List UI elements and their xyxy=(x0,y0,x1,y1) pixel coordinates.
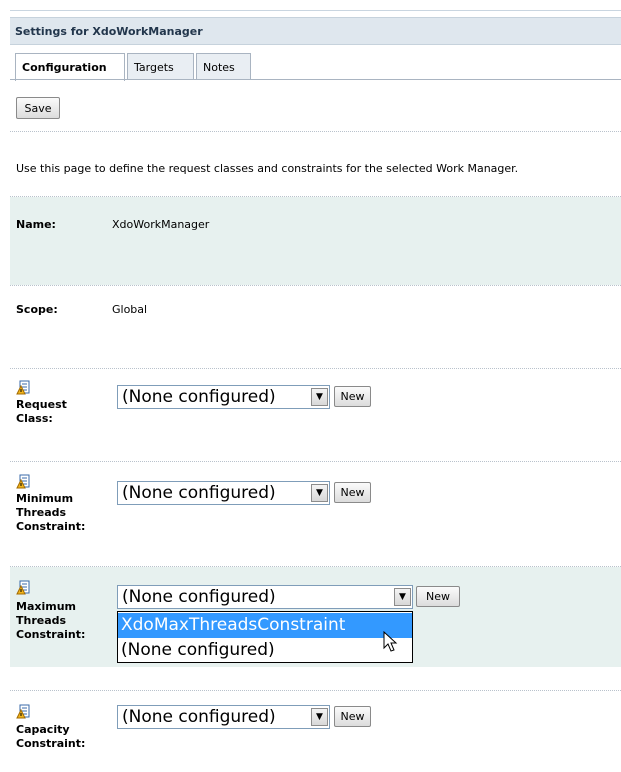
dynamic-property-icon xyxy=(16,704,30,719)
new-max-threads-button[interactable]: New xyxy=(416,586,460,607)
chevron-down-icon[interactable]: ▼ xyxy=(311,708,328,726)
chevron-down-icon[interactable]: ▼ xyxy=(311,484,328,502)
dynamic-property-icon xyxy=(16,580,30,595)
min-threads-select[interactable]: (None configured) ▼ xyxy=(117,481,330,505)
tab-configuration[interactable]: Configuration xyxy=(15,53,125,81)
capacity-label: Capacity Constraint: xyxy=(16,723,86,750)
save-button[interactable]: Save xyxy=(16,97,60,119)
new-min-threads-button[interactable]: New xyxy=(334,482,371,503)
request-class-label: Request Class: xyxy=(16,398,67,425)
divider xyxy=(10,461,621,462)
divider xyxy=(10,690,621,691)
chevron-down-icon[interactable]: ▼ xyxy=(394,588,411,606)
scope-label: Scope: xyxy=(16,303,58,316)
new-request-class-button[interactable]: New xyxy=(334,386,371,407)
max-threads-options-list[interactable]: XdoMaxThreadsConstraint (None configured… xyxy=(117,611,413,663)
dynamic-property-icon xyxy=(16,380,30,395)
max-threads-select[interactable]: (None configured) ▼ xyxy=(117,585,413,609)
name-label: Name: xyxy=(16,218,56,231)
option-none-configured[interactable]: (None configured) xyxy=(118,638,412,663)
divider xyxy=(10,368,621,369)
chevron-down-icon[interactable]: ▼ xyxy=(311,388,328,406)
tab-underline xyxy=(10,79,621,80)
divider xyxy=(10,131,621,132)
request-class-select[interactable]: (None configured) ▼ xyxy=(117,385,330,409)
min-threads-label: Minimum Threads Constraint: xyxy=(16,492,86,533)
new-capacity-button[interactable]: New xyxy=(334,706,371,727)
divider xyxy=(10,285,621,286)
name-row xyxy=(10,197,621,285)
settings-header: Settings for XdoWorkManager xyxy=(10,17,621,45)
top-divider xyxy=(10,10,621,11)
page-description: Use this page to define the request clas… xyxy=(16,162,519,175)
dynamic-property-icon xyxy=(16,474,30,489)
mouse-pointer-icon xyxy=(383,631,398,652)
page-title: Settings for XdoWorkManager xyxy=(15,25,203,38)
tab-targets[interactable]: Targets xyxy=(127,53,194,80)
name-value: XdoWorkManager xyxy=(112,218,210,231)
max-threads-label: Maximum Threads Constraint: xyxy=(16,600,86,641)
capacity-select[interactable]: (None configured) ▼ xyxy=(117,705,330,729)
tab-notes[interactable]: Notes xyxy=(196,53,251,80)
option-xdo-max-threads[interactable]: XdoMaxThreadsConstraint xyxy=(118,613,412,638)
scope-value: Global xyxy=(112,303,148,316)
